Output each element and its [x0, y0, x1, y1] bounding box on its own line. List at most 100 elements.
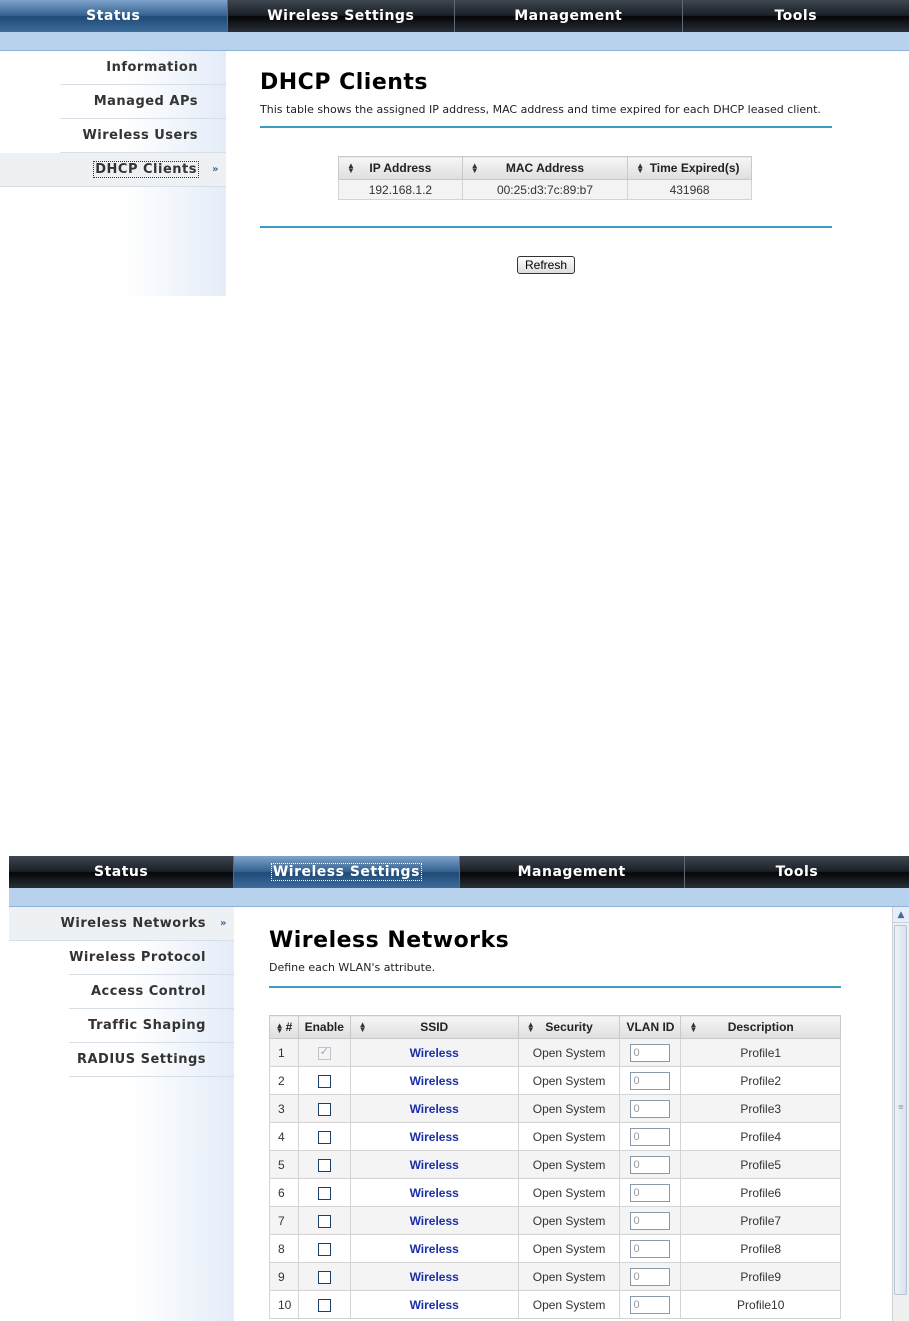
vlan-id-input[interactable] — [630, 1155, 671, 1174]
cell-description: Profile10 — [680, 1290, 841, 1319]
cell-security: Open System — [517, 1066, 621, 1095]
cell-ssid: Wireless — [349, 1234, 519, 1263]
cell-vlan — [619, 1206, 682, 1235]
cell-ip: 192.168.1.2 — [338, 179, 463, 200]
table-row: 9 Wireless Open System Profile9 — [269, 1262, 841, 1291]
sub-nav-band — [9, 888, 909, 907]
cell-number: 1 — [269, 1038, 299, 1067]
ssid-link[interactable]: Wireless — [410, 1270, 459, 1284]
tab-status[interactable]: Status — [0, 0, 228, 32]
cell-ssid: Wireless — [349, 1150, 519, 1179]
ssid-link[interactable]: Wireless — [410, 1074, 459, 1088]
sidebar-item-information[interactable]: Information — [60, 51, 226, 85]
col-description[interactable]: ▲ ▼ Description — [680, 1015, 841, 1039]
col-number[interactable]: ▲ ▼ # — [269, 1015, 299, 1039]
vlan-id-input[interactable] — [630, 1183, 671, 1202]
sort-updown-icon: ▲ ▼ — [689, 1020, 698, 1034]
ssid-link[interactable]: Wireless — [410, 1298, 459, 1312]
vlan-id-input[interactable] — [630, 1071, 671, 1090]
col-mac-address[interactable]: ▲ ▼ MAC Address — [461, 156, 629, 180]
table-row: 4 Wireless Open System Profile4 — [269, 1122, 841, 1151]
cell-ssid: Wireless — [349, 1094, 519, 1123]
enable-checkbox[interactable] — [317, 1074, 331, 1088]
main-content: Wireless Networks Define each WLAN's att… — [269, 928, 841, 1319]
ssid-link[interactable]: Wireless — [410, 1242, 459, 1256]
cell-description: Profile6 — [680, 1178, 841, 1207]
sidebar-item-managed-aps[interactable]: Managed APs — [60, 85, 226, 119]
cell-number: 4 — [269, 1122, 299, 1151]
vlan-id-input[interactable] — [630, 1211, 671, 1230]
enable-checkbox[interactable] — [317, 1242, 331, 1256]
scroll-up-icon[interactable]: ▲ — [893, 907, 909, 923]
ssid-link[interactable]: Wireless — [410, 1046, 459, 1060]
col-ssid[interactable]: ▲ ▼ SSID — [349, 1015, 519, 1039]
vertical-scrollbar[interactable]: ▲ ≡ — [892, 907, 909, 1321]
ssid-link[interactable]: Wireless — [410, 1102, 459, 1116]
cell-description: Profile2 — [680, 1066, 841, 1095]
sidebar-item-traffic-shaping[interactable]: Traffic Shaping — [69, 1009, 234, 1043]
tab-tools[interactable]: Tools — [682, 0, 909, 32]
enable-checkbox[interactable] — [317, 1130, 331, 1144]
ssid-link[interactable]: Wireless — [410, 1130, 459, 1144]
cell-enable — [297, 1122, 351, 1151]
ssid-link[interactable]: Wireless — [410, 1214, 459, 1228]
enable-checkbox[interactable] — [317, 1214, 331, 1228]
scroll-grip-icon: ≡ — [898, 1103, 904, 1111]
table-row: 3 Wireless Open System Profile3 — [269, 1094, 841, 1123]
tab-management[interactable]: Management — [459, 856, 685, 888]
sidebar-item-wireless-users[interactable]: Wireless Users — [60, 119, 226, 153]
table-row: 192.168.1.2 00:25:d3:7c:89:b7 431968 — [338, 179, 752, 200]
cell-number: 8 — [269, 1234, 299, 1263]
table-row: 7 Wireless Open System Profile7 — [269, 1206, 841, 1235]
table-row: 5 Wireless Open System Profile5 — [269, 1150, 841, 1179]
sidebar-item-radius-settings[interactable]: RADIUS Settings — [69, 1043, 234, 1077]
enable-checkbox[interactable] — [317, 1186, 331, 1200]
cell-security: Open System — [517, 1038, 621, 1067]
tab-tools[interactable]: Tools — [684, 856, 909, 888]
enable-checkbox[interactable] — [317, 1158, 331, 1172]
cell-ssid: Wireless — [349, 1066, 519, 1095]
top-nav: Status Wireless Settings Management Tool… — [9, 856, 909, 888]
vlan-id-input[interactable] — [630, 1127, 671, 1146]
ssid-link[interactable]: Wireless — [410, 1158, 459, 1172]
ssid-link[interactable]: Wireless — [410, 1186, 459, 1200]
sidebar: Wireless Networks » Wireless Protocol Ac… — [9, 907, 234, 1321]
cell-description: Profile7 — [680, 1206, 841, 1235]
col-security[interactable]: ▲ ▼ Security — [517, 1015, 621, 1039]
scroll-thumb[interactable]: ≡ — [894, 925, 907, 1295]
refresh-button[interactable]: Refresh — [516, 256, 576, 274]
tab-management[interactable]: Management — [455, 0, 683, 32]
col-ip-address[interactable]: ▲ ▼ IP Address — [338, 156, 463, 180]
enable-checkbox[interactable] — [317, 1102, 331, 1116]
wireless-networks-table: ▲ ▼ # Enable ▲ ▼ SSID ▲ ▼ Security VLAN ID ▲ ▼ D… — [269, 1015, 841, 1319]
table-row: 1 Wireless Open System Profile1 — [269, 1038, 841, 1067]
sidebar-item-access-control[interactable]: Access Control — [69, 975, 234, 1009]
vlan-id-input[interactable] — [630, 1239, 671, 1258]
table-row: 10 Wireless Open System Profile10 — [269, 1290, 841, 1319]
sort-updown-icon: ▲ ▼ — [470, 161, 479, 175]
vlan-id-input[interactable] — [630, 1099, 671, 1118]
table-row: 6 Wireless Open System Profile6 — [269, 1178, 841, 1207]
sidebar-item-wireless-networks[interactable]: Wireless Networks » — [9, 907, 234, 941]
cell-vlan — [619, 1150, 682, 1179]
enable-checkbox — [317, 1045, 331, 1060]
vlan-id-input[interactable] — [630, 1295, 671, 1314]
enable-checkbox[interactable] — [317, 1298, 331, 1312]
sidebar-item-wireless-protocol[interactable]: Wireless Protocol — [69, 941, 234, 975]
cell-description: Profile4 — [680, 1122, 841, 1151]
enable-checkbox[interactable] — [317, 1270, 331, 1284]
col-vlan-id: VLAN ID — [619, 1015, 682, 1039]
tab-wireless-settings[interactable]: Wireless Settings — [227, 0, 455, 32]
vlan-id-input[interactable] — [630, 1267, 671, 1286]
tab-status[interactable]: Status — [9, 856, 235, 888]
cell-number: 5 — [269, 1150, 299, 1179]
cell-enable — [297, 1262, 351, 1291]
cell-vlan — [619, 1178, 682, 1207]
cell-description: Profile8 — [680, 1234, 841, 1263]
sidebar-item-dhcp-clients[interactable]: DHCP Clients » — [0, 153, 226, 187]
page-description: This table shows the assigned IP address… — [260, 103, 821, 116]
vlan-id-input[interactable] — [630, 1043, 671, 1062]
cell-enable — [297, 1178, 351, 1207]
tab-wireless-settings[interactable]: Wireless Settings — [234, 856, 460, 888]
col-time-expired[interactable]: ▲ ▼ Time Expired(s) — [627, 156, 752, 180]
